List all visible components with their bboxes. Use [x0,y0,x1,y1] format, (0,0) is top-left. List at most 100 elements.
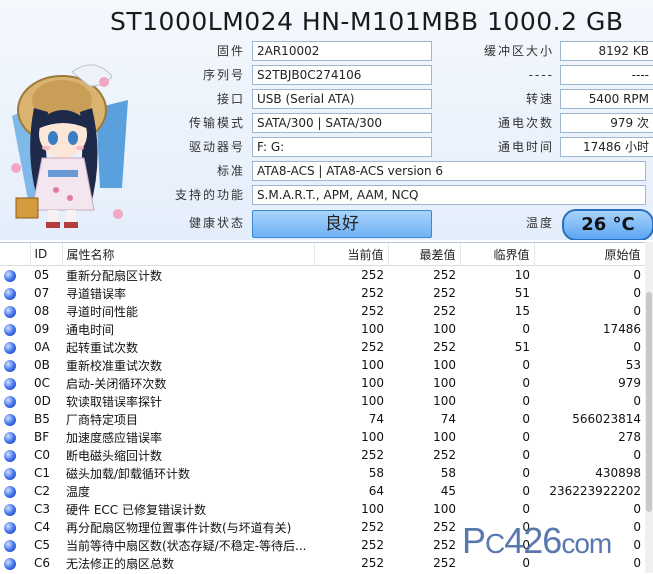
threshold-value: 10 [514,268,530,282]
attribute-name: 断电磁头缩回计数 [66,448,163,463]
attribute-id: C5 [34,538,51,552]
worst-value: 100 [433,394,456,408]
attribute-name: 通电时间 [66,322,115,337]
worst-value: 74 [440,412,456,426]
table-row[interactable]: 05 重新分配扇区计数 252 252 10 0 [0,266,645,285]
threshold-value: 51 [514,286,530,300]
status-dot-icon [4,323,16,336]
firmware-value: 2AR10002 [252,41,432,61]
status-cell [0,338,30,356]
worst-value: 252 [433,520,456,534]
column-header-worst[interactable]: 最差值 [388,243,461,266]
temperature-button[interactable]: 26 °C [562,209,653,240]
power-on-count-label: 通电次数 [497,116,554,130]
worst-value: 252 [433,448,456,462]
attribute-name: 厂商特定项目 [66,412,139,427]
status-dot-icon [4,413,16,426]
current-value: 252 [361,556,384,570]
table-row[interactable]: C1 磁头加载/卸载循环计数 58 58 0 430898 [0,464,645,482]
attribute-id: C1 [34,466,51,480]
status-cell [0,464,30,482]
column-header-id[interactable]: ID [30,243,63,266]
worst-value: 252 [433,340,456,354]
table-scrollbar[interactable] [645,242,653,573]
worst-value: 252 [433,304,456,318]
drive-letter-value: F: G: [252,137,432,157]
table-row[interactable]: C3 硬件 ECC 已修复错误计数 100 100 0 0 [0,500,645,518]
table-row[interactable]: 0B 重新校准重试次数 100 100 0 53 [0,356,645,374]
table-row[interactable]: BF 加速度感应错误率 100 100 0 278 [0,428,645,446]
standard-label: 标准 [216,164,245,178]
status-cell [0,320,30,338]
status-dot-icon [4,485,16,498]
table-header-row: ID 属性名称 当前值 最差值 临界值 原始值 [0,243,646,266]
rotation-rate-value: 5400 RPM [560,89,653,109]
status-cell [0,374,30,392]
serial-label: 序列号 [202,68,245,82]
column-header-threshold[interactable]: 临界值 [460,243,535,266]
attribute-id: 0A [34,340,50,354]
attribute-name: 磁头加载/卸载循环计数 [66,466,191,481]
raw-value: 979 [618,376,641,390]
attribute-name: 加速度感应错误率 [66,430,163,445]
attribute-name: 寻道时间性能 [66,304,139,319]
current-value: 100 [361,376,384,390]
temperature-label: 温度 [525,216,554,230]
threshold-value: 0 [522,430,530,444]
column-header-current[interactable]: 当前值 [314,243,389,266]
status-cell [0,446,30,464]
table-row[interactable]: 09 通电时间 100 100 0 17486 [0,320,645,338]
current-value: 252 [361,268,384,282]
current-value: 64 [368,484,384,498]
attribute-id: C4 [34,520,51,534]
status-cell [0,518,30,536]
attribute-id: C2 [34,484,51,498]
table-row[interactable]: 0C 启动-关闭循环次数 100 100 0 979 [0,374,645,392]
raw-value: 0 [633,268,641,282]
threshold-value: 0 [522,358,530,372]
attribute-name: 软读取错误率探针 [66,394,163,409]
health-status-button[interactable]: 良好 [252,210,432,238]
current-value: 100 [361,358,384,372]
table-row[interactable]: 07 寻道错误率 252 252 51 0 [0,284,645,302]
table-row[interactable]: B5 厂商特定项目 74 74 0 566023814 [0,410,645,428]
raw-value: 0 [633,448,641,462]
health-status-label: 健康状态 [188,216,245,230]
attribute-id: 08 [34,304,50,318]
threshold-value: 0 [522,412,530,426]
current-value: 252 [361,538,384,552]
table-row[interactable]: C0 断电磁头缩回计数 252 252 0 0 [0,446,645,464]
raw-value: 0 [633,502,641,516]
column-header-status[interactable] [0,243,31,266]
table-row[interactable]: 0A 起转重试次数 252 252 51 0 [0,338,645,356]
status-cell [0,392,30,410]
attribute-id: 0B [34,358,50,372]
column-header-raw[interactable]: 原始值 [534,243,646,266]
raw-value: 0 [633,286,641,300]
scrollbar-thumb[interactable] [646,292,652,512]
current-value: 58 [368,466,384,480]
status-cell [0,284,30,302]
unknown-value: ---- [560,65,653,85]
status-dot-icon [4,539,16,552]
raw-value: 566023814 [572,412,641,426]
interface-label: 接口 [216,92,245,106]
attribute-name: 重新分配扇区计数 [66,268,163,283]
threshold-value: 0 [522,484,530,498]
worst-value: 100 [433,376,456,390]
raw-value: 53 [625,358,641,372]
status-dot-icon [4,521,16,534]
current-value: 100 [361,502,384,516]
threshold-value: 0 [522,466,530,480]
worst-value: 252 [433,556,456,570]
current-value: 252 [361,340,384,354]
current-value: 252 [361,304,384,318]
table-row[interactable]: 0D 软读取错误率探针 100 100 0 0 [0,392,645,410]
attribute-name: 起转重试次数 [66,340,139,355]
drive-info-panel: ST1000LM024 HN-M101MBB 1000.2 GB 固件 2AR1… [0,0,653,240]
threshold-value: 0 [522,394,530,408]
serial-value: S2TBJB0C274106 [252,65,432,85]
column-header-attribute-name[interactable]: 属性名称 [62,243,315,266]
table-row[interactable]: C2 温度 64 45 0 236223922202 [0,482,645,500]
table-row[interactable]: 08 寻道时间性能 252 252 15 0 [0,302,645,320]
